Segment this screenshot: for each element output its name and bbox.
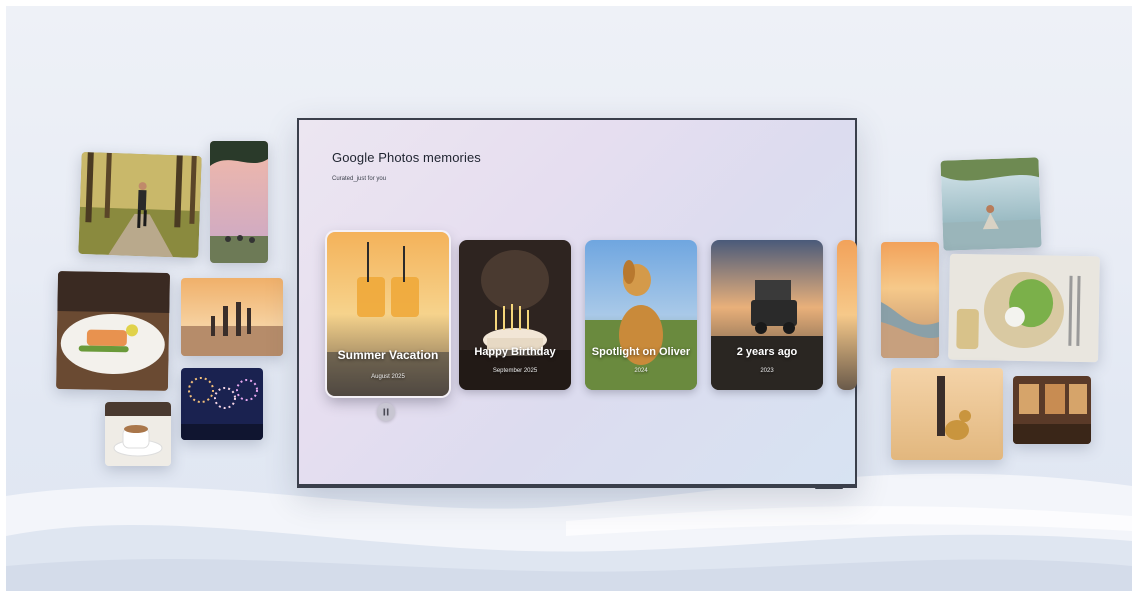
memory-card-spotlight-oliver[interactable]: Spotlight on Oliver 2024 bbox=[585, 240, 697, 390]
floating-photo-salmon-dinner bbox=[55, 271, 171, 391]
floating-photo-dog-beach bbox=[891, 368, 1003, 460]
pause-icon bbox=[383, 408, 389, 416]
floating-photo-fireworks bbox=[181, 368, 263, 440]
floating-photo-beach-sunset bbox=[881, 242, 939, 358]
page-subtitle: Curated_just for you bbox=[332, 176, 387, 182]
tv-stand bbox=[815, 486, 843, 489]
pause-button[interactable] bbox=[377, 403, 395, 421]
memory-card-2-years-ago[interactable]: 2 years ago 2023 bbox=[711, 240, 823, 390]
memory-card-happy-birthday[interactable]: Happy Birthday September 2025 bbox=[459, 240, 571, 390]
memory-date: September 2025 bbox=[492, 368, 538, 374]
floating-photo-runner bbox=[78, 151, 202, 259]
floating-photo-salad-bowl bbox=[948, 253, 1100, 363]
memory-card-partial[interactable] bbox=[837, 240, 857, 390]
memory-card-summer-vacation[interactable]: Summer Vacation August 2025 bbox=[327, 232, 449, 396]
partial-card-image bbox=[837, 240, 857, 390]
tv-screen: Google Photos memories Curated_just for … bbox=[297, 118, 857, 488]
floating-photo-cafe-interior bbox=[1013, 376, 1091, 444]
page-title: Google Photos memories bbox=[332, 150, 481, 165]
memory-date: August 2025 bbox=[371, 374, 405, 380]
memory-title: Spotlight on Oliver bbox=[591, 346, 691, 358]
memory-title: Happy Birthday bbox=[474, 346, 556, 358]
floating-photo-coffee-cup bbox=[105, 402, 171, 466]
memory-date: 2024 bbox=[634, 368, 648, 374]
floating-photo-meditation bbox=[940, 157, 1042, 251]
floating-photo-beach-family bbox=[181, 278, 283, 356]
memory-title: 2 years ago bbox=[736, 346, 798, 358]
summer-vacation-image bbox=[327, 232, 449, 396]
memory-date: 2023 bbox=[760, 368, 774, 374]
floating-photo-picnic bbox=[210, 141, 268, 263]
memory-title: Summer Vacation bbox=[337, 348, 439, 362]
